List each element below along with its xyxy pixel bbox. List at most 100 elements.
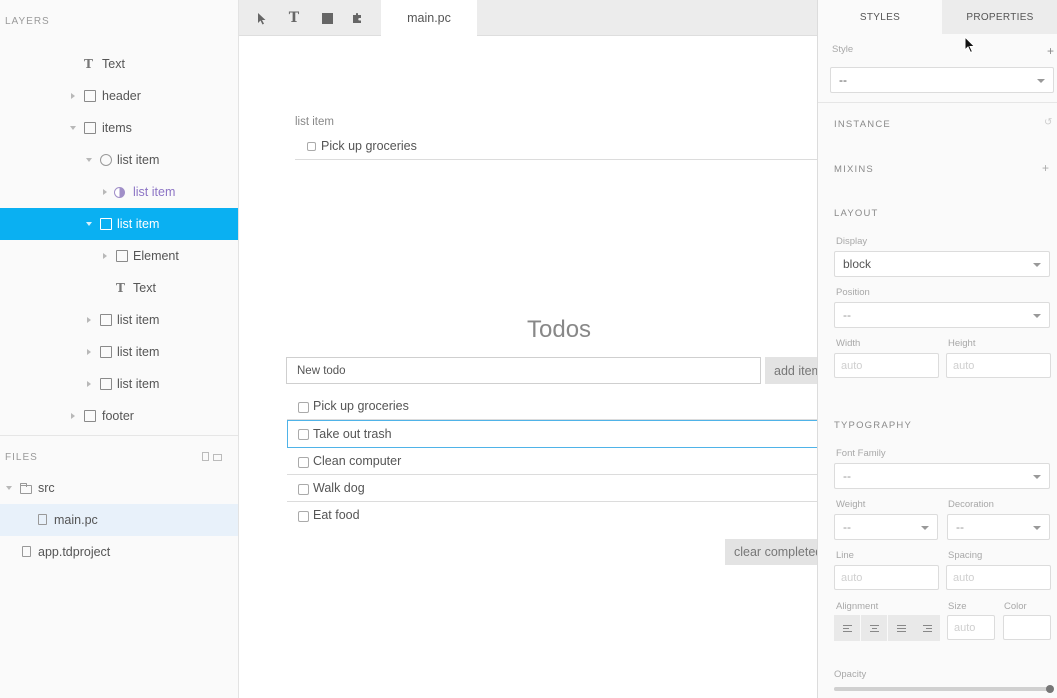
checkbox[interactable] (298, 484, 309, 495)
weight-select-value: -- (843, 520, 851, 534)
layer-row-list-item-component[interactable]: list item (0, 176, 238, 208)
todo-row[interactable]: Clean computer (287, 448, 817, 475)
chevron-down-icon (1033, 475, 1041, 479)
add-style-icon[interactable]: + (1047, 44, 1054, 58)
line-height-input[interactable]: auto (834, 565, 939, 590)
layer-row-list-item[interactable]: list item (0, 144, 238, 176)
todo-row-highlighted[interactable]: Take out trash (287, 420, 817, 448)
reset-icon[interactable]: ↺ (1044, 117, 1052, 128)
checkbox[interactable] (298, 429, 309, 440)
layer-row-header[interactable]: header (0, 80, 238, 112)
spacing-label: Spacing (948, 550, 983, 561)
box-icon (116, 250, 128, 262)
collapse-arrow-icon[interactable] (86, 158, 92, 162)
color-swatch[interactable] (1003, 615, 1051, 640)
add-item-button[interactable]: add item (765, 357, 817, 384)
list-item-frame-label: list item (295, 116, 334, 128)
display-select[interactable]: block (834, 251, 1050, 277)
add-mixin-icon[interactable]: + (1042, 161, 1049, 175)
checkbox[interactable] (307, 142, 316, 151)
file-row-main-pc[interactable]: main.pc (0, 504, 238, 536)
checkbox[interactable] (298, 457, 309, 468)
expand-arrow-icon[interactable] (87, 317, 91, 323)
layer-row-list-item[interactable]: list item (0, 336, 238, 368)
align-justify-icon[interactable] (888, 615, 914, 641)
width-label: Width (836, 338, 861, 349)
layer-label: header (102, 89, 141, 103)
design-canvas[interactable]: list item Pick up groceries Todos New to… (239, 36, 817, 698)
instance-section-title: INSTANCE (834, 119, 891, 130)
box-icon (100, 218, 112, 230)
style-select-value: -- (839, 73, 847, 87)
collapse-arrow-icon[interactable] (86, 222, 92, 226)
clear-completed-button[interactable]: clear completed (725, 539, 817, 565)
checkbox[interactable] (298, 511, 309, 522)
collapse-arrow-icon[interactable] (70, 126, 76, 130)
todo-row[interactable]: Eat food (287, 502, 817, 529)
new-folder-icon[interactable] (213, 454, 222, 461)
font-family-select[interactable]: -- (834, 463, 1050, 489)
expand-arrow-icon[interactable] (103, 189, 107, 195)
tab-properties[interactable]: PROPERTIES (942, 0, 1057, 34)
position-select[interactable]: -- (834, 302, 1050, 328)
mouse-cursor-icon (964, 36, 976, 54)
folder-icon (20, 483, 32, 494)
layer-row-items[interactable]: items (0, 112, 238, 144)
rectangle-tool-icon[interactable] (317, 8, 337, 28)
expand-arrow-icon[interactable] (103, 253, 107, 259)
font-size-input[interactable]: auto (947, 615, 995, 640)
letter-spacing-input[interactable]: auto (946, 565, 1051, 590)
expand-arrow-icon[interactable] (71, 413, 75, 419)
weight-select[interactable]: -- (834, 514, 938, 540)
layout-section-title: LAYOUT (834, 208, 879, 219)
align-center-icon[interactable] (861, 615, 887, 641)
font-family-label: Font Family (836, 448, 886, 459)
layer-row-text[interactable]: T Text (0, 48, 238, 80)
pointer-icon[interactable] (252, 8, 272, 28)
layer-row-list-item[interactable]: list item (0, 304, 238, 336)
width-input[interactable]: auto (834, 353, 939, 378)
box-icon (84, 90, 96, 102)
tab-main-pc[interactable]: main.pc (381, 0, 477, 36)
layer-label: list item (117, 217, 160, 231)
todo-row[interactable]: Walk dog (287, 475, 817, 502)
layer-label: list item (117, 313, 160, 327)
layer-row-element[interactable]: Element (0, 240, 238, 272)
layer-row-footer[interactable]: footer (0, 400, 238, 432)
list-item-preview[interactable]: Pick up groceries (295, 134, 817, 160)
collapse-arrow-icon[interactable] (6, 486, 12, 490)
align-right-icon[interactable] (914, 615, 940, 641)
panel-divider (818, 102, 1057, 103)
align-left-icon[interactable] (834, 615, 860, 641)
checkbox[interactable] (298, 402, 309, 413)
layer-label: list item (117, 153, 160, 167)
layers-title: LAYERS (5, 16, 50, 27)
file-row-app-tdproject[interactable]: app.tdproject (0, 536, 238, 568)
display-label: Display (836, 236, 868, 247)
layer-row-list-item[interactable]: list item (0, 368, 238, 400)
typography-section-title: TYPOGRAPHY (834, 420, 912, 431)
new-file-icon[interactable] (202, 452, 209, 461)
expand-arrow-icon[interactable] (87, 381, 91, 387)
height-input[interactable]: auto (946, 353, 1051, 378)
opacity-slider-thumb[interactable] (1046, 685, 1054, 693)
expand-arrow-icon[interactable] (71, 93, 75, 99)
new-todo-input[interactable]: New todo (286, 357, 761, 384)
layer-row-list-item-selected[interactable]: list item (0, 208, 238, 240)
component-tool-icon[interactable] (347, 8, 367, 28)
layer-row-text[interactable]: T Text (0, 272, 238, 304)
layer-label: items (102, 121, 132, 135)
position-label: Position (836, 287, 870, 298)
box-icon (100, 346, 112, 358)
text-tool-icon[interactable]: T (284, 8, 304, 28)
color-label: Color (1004, 601, 1027, 612)
style-select[interactable]: -- (830, 67, 1054, 93)
component-icon (114, 186, 125, 198)
todo-row[interactable]: Pick up groceries (287, 393, 817, 420)
file-row-src[interactable]: src (0, 472, 238, 504)
expand-arrow-icon[interactable] (87, 349, 91, 355)
file-label: app.tdproject (38, 545, 111, 559)
decoration-select[interactable]: -- (947, 514, 1050, 540)
tab-styles[interactable]: STYLES (818, 0, 942, 34)
opacity-slider-track[interactable] (834, 687, 1050, 691)
